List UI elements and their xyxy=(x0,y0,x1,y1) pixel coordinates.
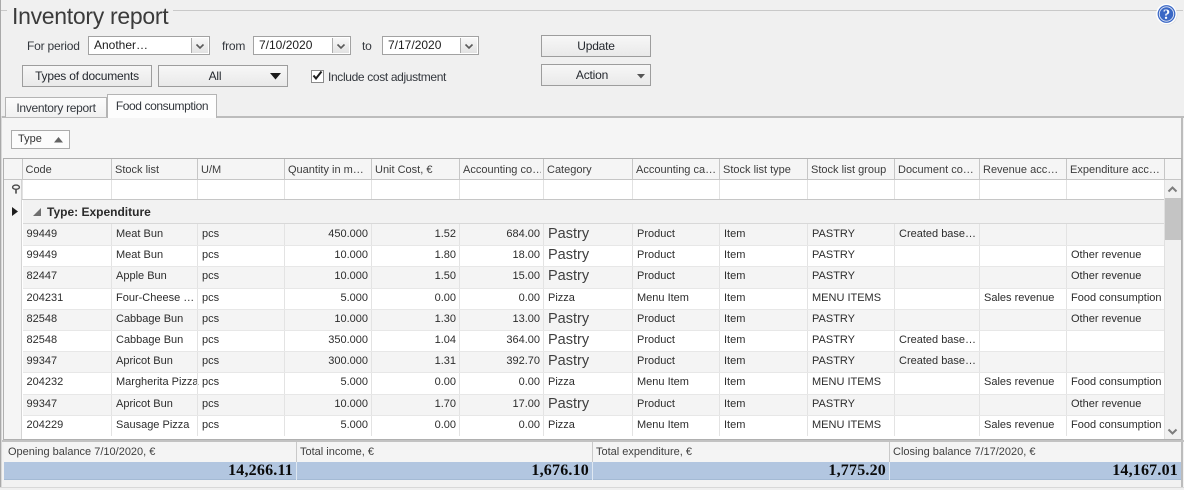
svg-text:?: ? xyxy=(1163,7,1170,23)
